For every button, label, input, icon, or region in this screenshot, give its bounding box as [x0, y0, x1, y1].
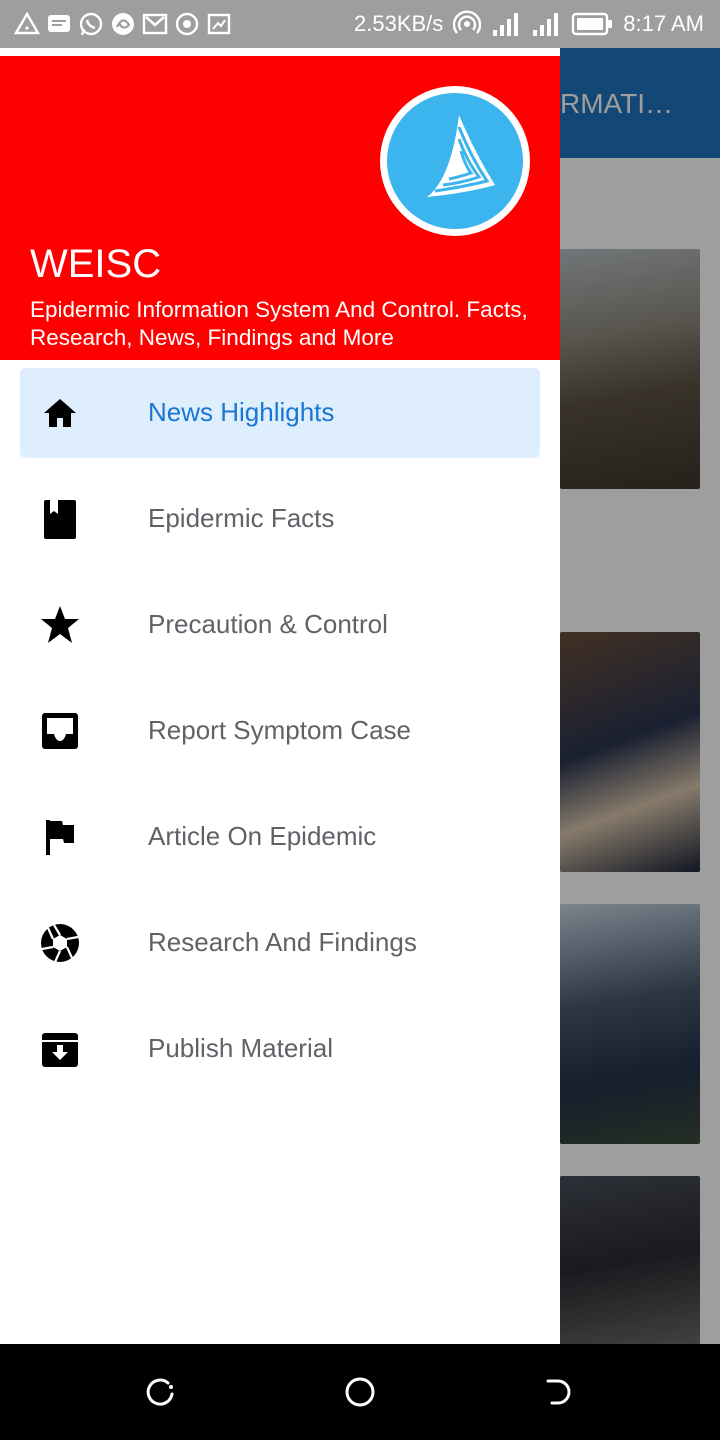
sail-logo-icon — [380, 86, 530, 236]
app-name: WEISC — [30, 242, 162, 286]
system-status: 2.53KB/s 8:17 AM — [354, 0, 704, 48]
menu-item-label: Precaution & Control — [148, 609, 388, 639]
gmail-icon — [142, 13, 168, 35]
status-bar: 2.53KB/s 8:17 AM — [0, 0, 720, 48]
back-button[interactable] — [540, 1374, 576, 1410]
flag-icon — [46, 820, 74, 855]
star-icon — [41, 606, 79, 643]
browser-icon — [112, 13, 134, 35]
menu-item-precaution-control[interactable]: Precaution & Control — [20, 580, 540, 670]
menu-item-publish-material[interactable]: Publish Material — [20, 1004, 540, 1094]
menu-item-label: News Highlights — [148, 397, 335, 427]
home-icon — [44, 399, 76, 427]
record-icon — [175, 12, 199, 36]
menu-item-news-highlights[interactable]: News Highlights — [20, 368, 540, 458]
system-nav-bar — [0, 1344, 720, 1440]
notification-icons — [14, 9, 232, 39]
book-icon — [44, 500, 76, 539]
menu-item-label: Research And Findings — [148, 927, 417, 957]
menu-item-epidermic-facts[interactable]: Epidermic Facts — [20, 474, 540, 564]
menu-item-research-findings[interactable]: Research And Findings — [20, 898, 540, 988]
screenshot-icon — [207, 13, 231, 35]
navigation-drawer: WEISC Epidermic Information System And C… — [0, 48, 560, 1344]
menu-item-label: Report Symptom Case — [148, 715, 411, 745]
signal-ht-icon — [493, 13, 519, 36]
signal-icon — [533, 13, 559, 36]
battery-icon — [572, 12, 613, 36]
menu-item-article-on-epidemic[interactable]: Article On Epidemic — [20, 792, 540, 882]
network-speed: 2.53KB/s — [354, 11, 444, 36]
archive-icon — [42, 1033, 78, 1067]
menu-item-label: Epidermic Facts — [148, 503, 335, 533]
recents-button[interactable] — [142, 1374, 178, 1410]
menu-item-label: Article On Epidemic — [148, 821, 377, 851]
whatsapp-icon — [79, 12, 103, 36]
drawer-header: WEISC Epidermic Information System And C… — [0, 56, 560, 360]
clock: 8:17 AM — [623, 11, 704, 36]
drawer-top-line — [0, 48, 560, 56]
aperture-icon — [41, 924, 79, 963]
warning-triangle-icon — [14, 11, 40, 35]
menu-item-report-symptom-case[interactable]: Report Symptom Case — [20, 686, 540, 776]
hotspot-icon — [453, 10, 482, 34]
menu-item-label: Publish Material — [148, 1033, 333, 1063]
home-button[interactable] — [342, 1374, 378, 1410]
sail-logo-graphic — [427, 115, 495, 197]
app-description: Epidermic Information System And Control… — [30, 297, 528, 350]
inbox-icon — [42, 713, 78, 749]
message-icon — [48, 15, 70, 32]
